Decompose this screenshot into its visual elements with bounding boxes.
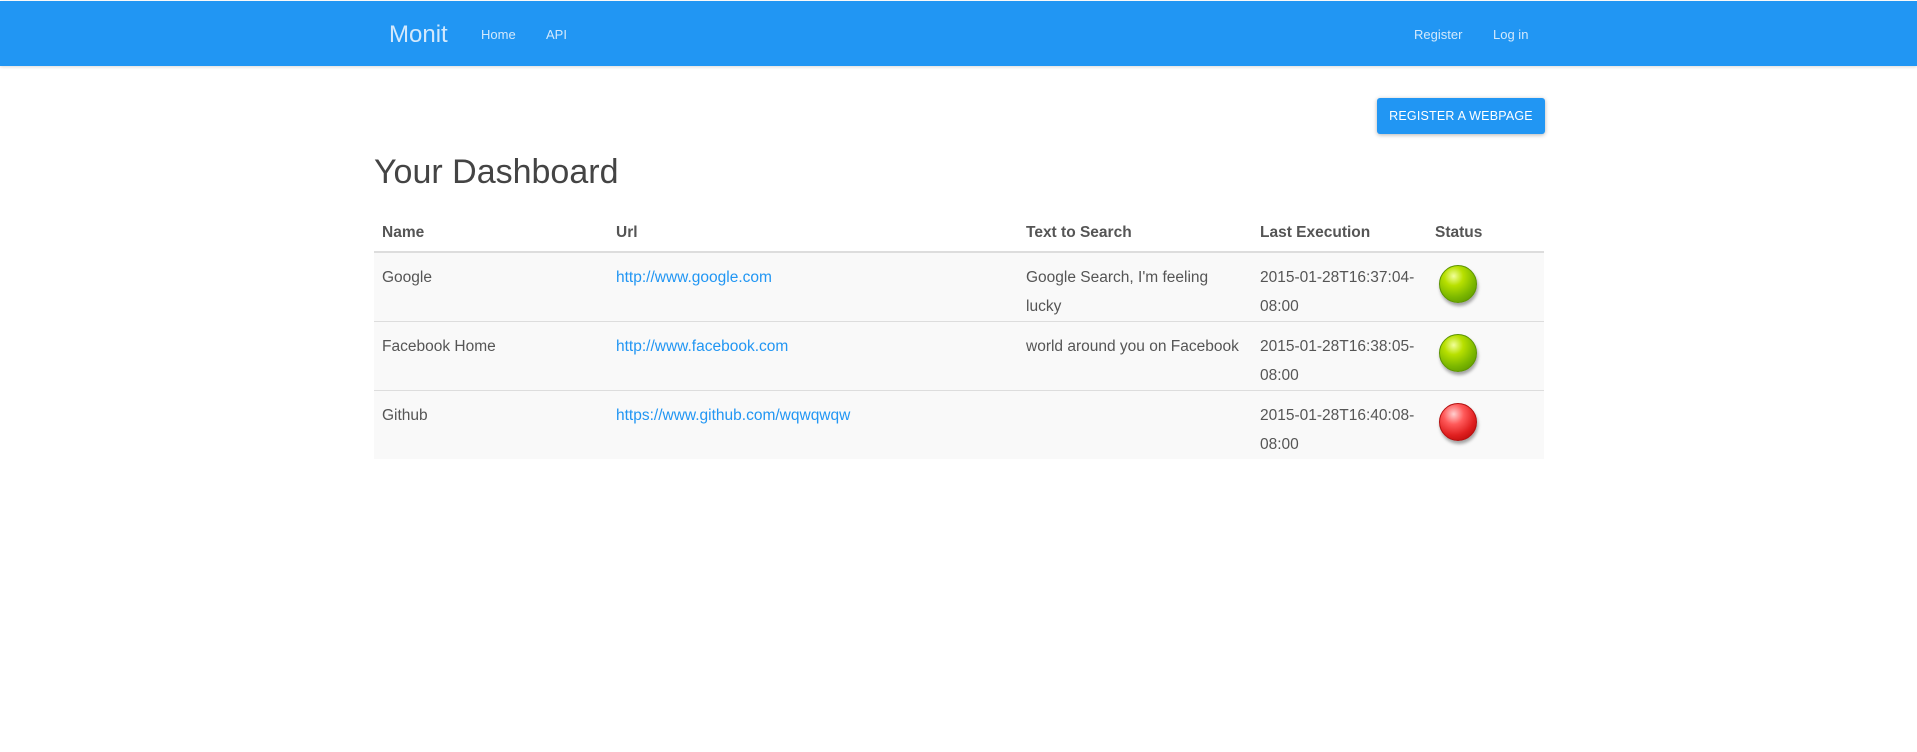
column-header-name: Name [374,214,608,253]
column-header-status: Status [1427,214,1544,253]
nav-link-login[interactable]: Log in [1493,27,1528,43]
dashboard-table: Name Url Text to Search Last Execution S… [374,214,1544,459]
cell-url: http://www.facebook.com [608,321,1018,391]
cell-last-execution: 2015-01-28T16:40:08-08:00 [1252,390,1427,459]
top-navbar: Monit Home API Register Log in [0,1,1917,66]
nav-link-api[interactable]: API [546,27,567,43]
column-header-url: Url [608,214,1018,253]
cell-name: Github [374,390,608,459]
table-row: Google http://www.google.com Google Sear… [374,251,1544,322]
cell-name: Facebook Home [374,321,608,391]
cell-url: https://www.github.com/wqwqwqw [608,390,1018,459]
cell-last-execution: 2015-01-28T16:38:05-08:00 [1252,321,1427,391]
cell-text-to-search [1018,390,1252,459]
cell-status [1427,390,1544,459]
green-status-icon [1439,334,1477,372]
column-header-last-execution: Last Execution [1252,214,1427,253]
cell-status [1427,251,1544,322]
table-row: Facebook Home http://www.facebook.com wo… [374,321,1544,391]
nav-link-register[interactable]: Register [1414,27,1462,43]
green-status-icon [1439,265,1477,303]
nav-link-home[interactable]: Home [481,27,516,43]
table-row: Github https://www.github.com/wqwqwqw 20… [374,390,1544,459]
cell-url: http://www.google.com [608,251,1018,322]
cell-text-to-search: Google Search, I'm feeling lucky [1018,251,1252,322]
cell-name: Google [374,251,608,322]
cell-text-to-search: world around you on Facebook [1018,321,1252,391]
cell-last-execution: 2015-01-28T16:37:04-08:00 [1252,251,1427,322]
table-header-row: Name Url Text to Search Last Execution S… [374,214,1544,253]
register-webpage-button[interactable]: REGISTER A WEBPAGE [1377,98,1545,134]
url-link[interactable]: http://www.google.com [616,269,772,286]
url-link[interactable]: http://www.facebook.com [616,338,788,355]
url-link[interactable]: https://www.github.com/wqwqwqw [616,407,850,424]
brand-logo[interactable]: Monit [389,21,448,49]
page-title: Your Dashboard [374,153,619,191]
column-header-text-to-search: Text to Search [1018,214,1252,253]
cell-status [1427,321,1544,391]
red-status-icon [1439,403,1477,441]
